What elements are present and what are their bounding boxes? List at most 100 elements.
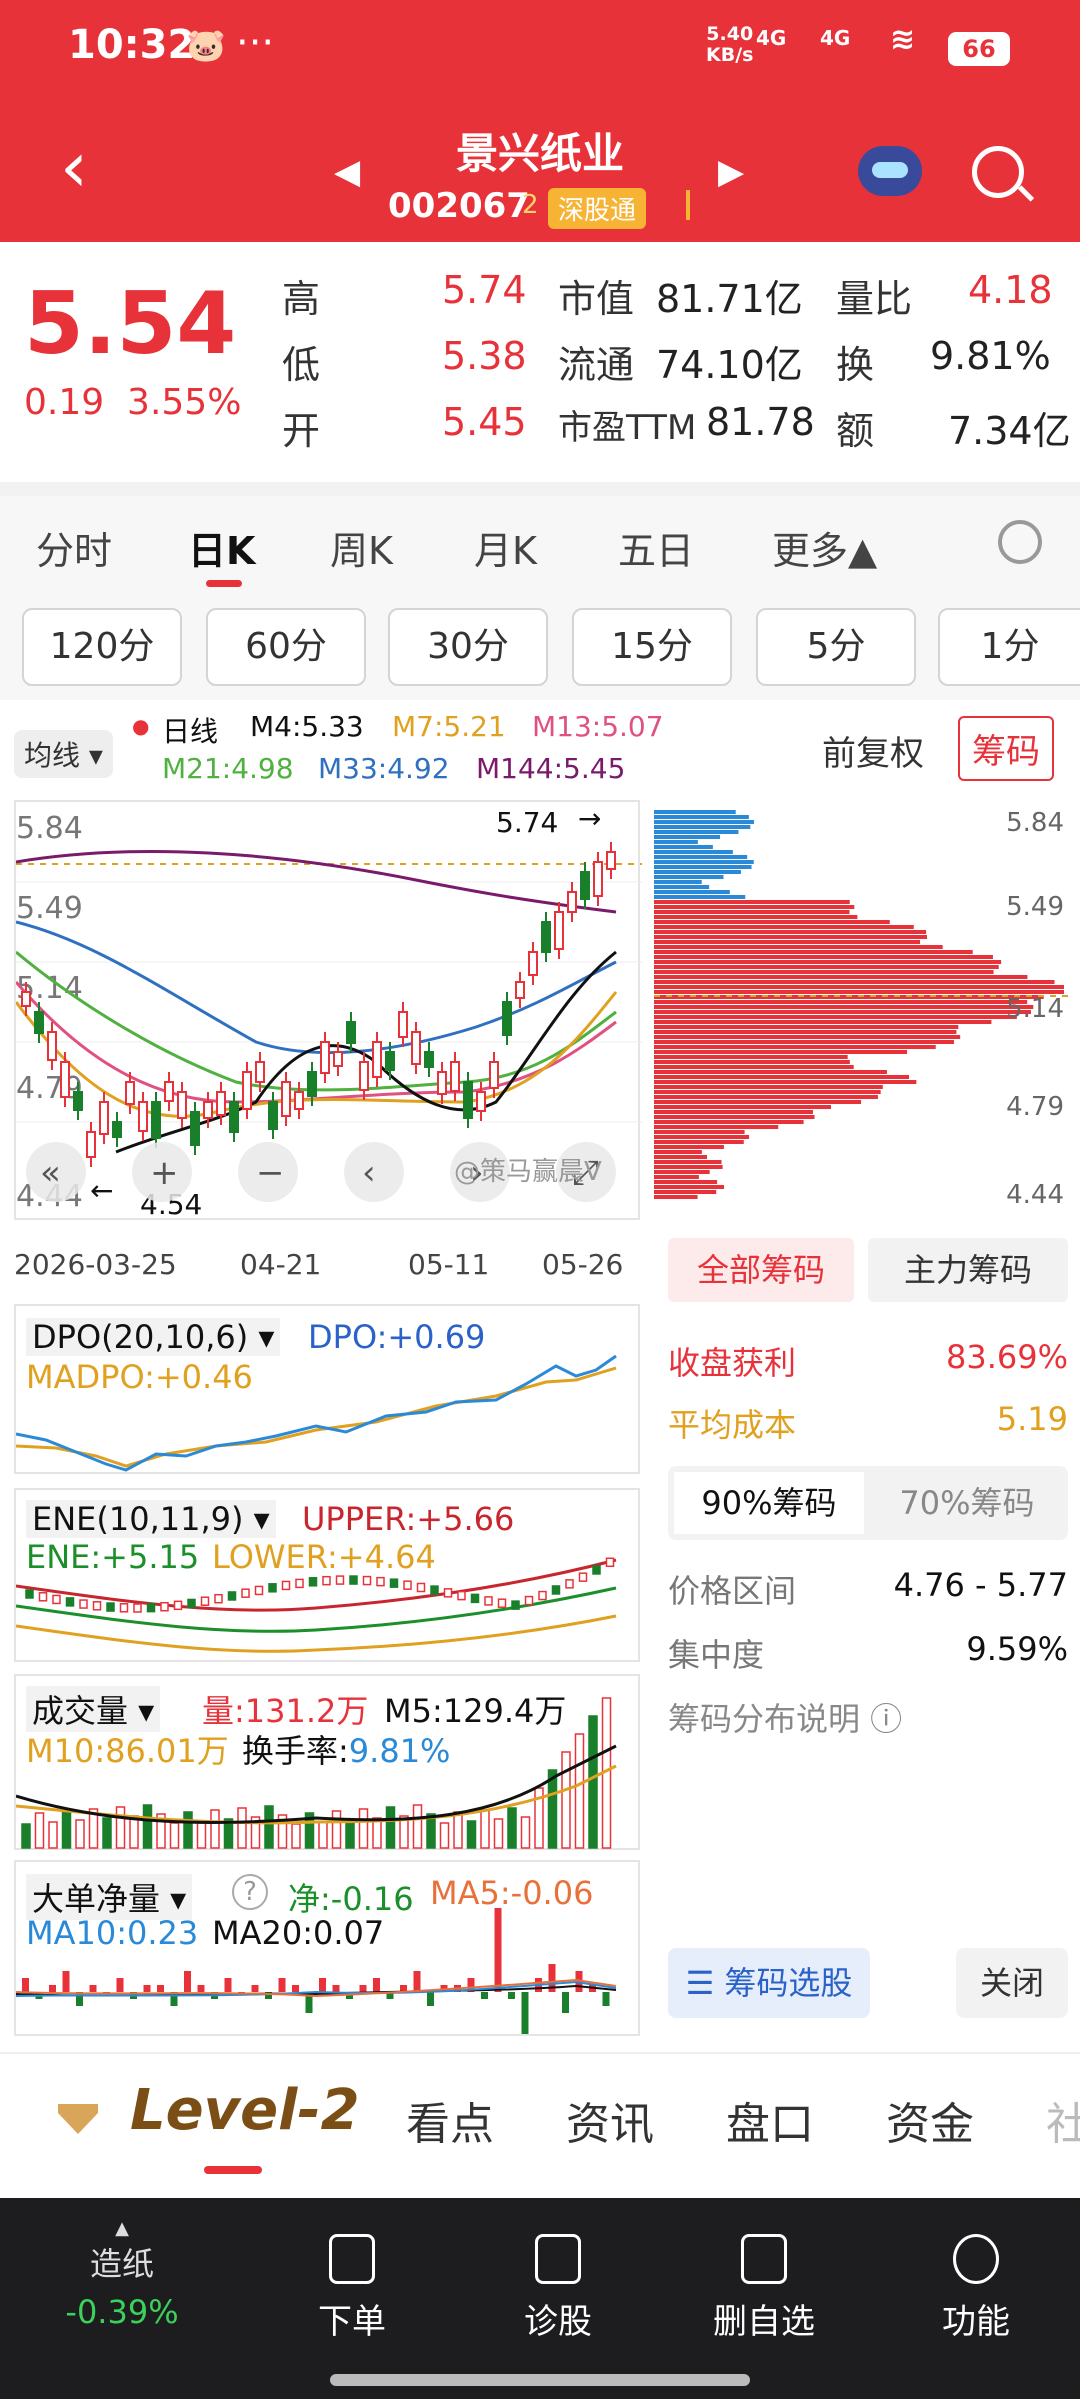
period-30min[interactable]: 30分 xyxy=(388,608,548,686)
period-15min[interactable]: 15分 xyxy=(572,608,732,686)
chip-explain-link[interactable]: 筹码分布说明 ⓘ xyxy=(668,1694,1068,1740)
tab-community[interactable]: 社 xyxy=(1046,2088,1080,2152)
chip-bar xyxy=(654,1135,750,1139)
level2-tag: 2 xyxy=(522,190,539,220)
volume-panel[interactable]: 成交量 ▾ 量:131.2万 M5:129.4万 M10:86.01万 换手率:… xyxy=(14,1674,640,1850)
menu-circle-icon xyxy=(953,2234,999,2284)
volume-bar xyxy=(331,1810,342,1849)
net-bar xyxy=(521,1992,529,2034)
tab-more[interactable]: 更多▲ xyxy=(772,520,877,575)
ene-panel[interactable]: ENE(10,11,9) ▾ UPPER:+5.66 ENE:+5.15 LOW… xyxy=(14,1488,640,1662)
volume-bar xyxy=(345,1819,355,1849)
zoom-in-icon[interactable]: + xyxy=(150,1153,179,1193)
close-button[interactable]: 关闭 xyxy=(956,1948,1068,2018)
kline-chart[interactable]: 5.84 5.49 5.14 4.79 4.44 5.74 → 4.54 ← «… xyxy=(14,800,642,1221)
function-menu-button[interactable]: 功能 xyxy=(906,2234,1046,2343)
volume-bar xyxy=(520,1816,531,1849)
big-order-panel[interactable]: 大单净量 ▾ ? 净:-0.16 MA5:-0.06 MA10:0.23 MA2… xyxy=(14,1860,640,2036)
chip-bar xyxy=(654,940,921,944)
period-5min[interactable]: 5分 xyxy=(756,608,916,686)
ene-candle xyxy=(52,1594,61,1605)
amount-label: 额 xyxy=(836,409,875,453)
tab-70-percent[interactable]: 70%筹码 xyxy=(872,1472,1062,1534)
chip-bar xyxy=(654,1195,698,1199)
chip-bar xyxy=(654,860,754,864)
chip-bar xyxy=(654,915,858,919)
period-1min[interactable]: 1分 xyxy=(938,608,1080,686)
ene-candle xyxy=(470,1593,480,1604)
next-stock-icon[interactable]: ▶ xyxy=(718,152,744,192)
chip-bar xyxy=(654,1040,954,1044)
ene-candle xyxy=(308,1577,318,1587)
chip-bar xyxy=(654,810,736,814)
tab-all-chips[interactable]: 全部筹码 xyxy=(668,1238,854,1302)
dpo-panel[interactable]: DPO(20,10,6) ▾ DPO:+0.69 MADPO:+0.46 xyxy=(14,1304,640,1474)
tab-monthly-k[interactable]: 月K xyxy=(474,520,537,575)
bottom-toolbar: ▲ 造纸 -0.39% 下单 诊股 删自选 功能 xyxy=(0,2198,1080,2399)
period-60min[interactable]: 60分 xyxy=(206,608,366,686)
tab-weekly-k[interactable]: 周K xyxy=(330,520,393,575)
candle xyxy=(177,1082,187,1128)
tab-five-day[interactable]: 五日 xyxy=(618,520,694,575)
volume-ratio-label: 量比 xyxy=(836,277,913,321)
ene-candle xyxy=(38,1592,48,1602)
volume-bar xyxy=(237,1807,247,1849)
price-range-label: 价格区间 xyxy=(668,1572,797,1610)
net-bar xyxy=(278,1978,286,1992)
minus-box-icon xyxy=(741,2234,787,2284)
tab-funds[interactable]: 资金 xyxy=(886,2088,974,2152)
volume-ratio-value: 4.18 xyxy=(968,268,1053,312)
diagnose-stock-button[interactable]: 诊股 xyxy=(488,2234,628,2343)
chip-bar xyxy=(654,870,741,874)
date-label: 2026-03-25 xyxy=(14,1248,177,1281)
turnover-label: 换 xyxy=(836,343,875,387)
assistant-robot-icon[interactable] xyxy=(858,146,922,196)
ene-candle xyxy=(362,1575,372,1586)
ma21-line xyxy=(15,950,617,1092)
tab-daily-k[interactable]: 日K xyxy=(188,520,255,575)
net-bar xyxy=(319,1978,326,1992)
concentration-row: 集中度 9.59% xyxy=(668,1630,1068,1676)
ene-candle xyxy=(227,1591,237,1601)
ene-candle xyxy=(605,1557,615,1568)
chip-stock-select-button[interactable]: ☰ 筹码选股 xyxy=(668,1948,870,2018)
period-120min[interactable]: 120分 xyxy=(22,608,182,686)
candle xyxy=(398,1002,408,1047)
tab-level2[interactable]: Level-2 xyxy=(130,2078,360,2143)
tab-order-book[interactable]: 盘口 xyxy=(726,2088,814,2152)
sector-button[interactable]: ▲ 造纸 -0.39% xyxy=(52,2218,192,2331)
adjust-mode[interactable]: 前复权 xyxy=(822,726,924,775)
settings-icon[interactable] xyxy=(998,520,1042,564)
chip-distribution-chart: 5.84 5.49 5.14 4.79 4.44 xyxy=(654,800,1072,1220)
scroll-left-icon[interactable]: ‹ xyxy=(362,1153,376,1193)
ene-candle xyxy=(335,1575,345,1585)
candle xyxy=(99,1092,109,1144)
diamond-icon xyxy=(58,2104,98,2134)
tab-main-chips[interactable]: 主力筹码 xyxy=(868,1238,1068,1302)
remove-watchlist-button[interactable]: 删自选 xyxy=(694,2234,834,2343)
net-bar xyxy=(481,1992,488,1999)
search-icon[interactable] xyxy=(972,146,1024,198)
ene-candle xyxy=(295,1578,304,1589)
avg-cost-row: 平均成本 5.19 xyxy=(668,1400,1068,1446)
tab-intraday[interactable]: 分时 xyxy=(36,520,112,575)
chip-bar xyxy=(654,895,746,899)
ene-candle xyxy=(106,1602,115,1612)
scroll-left-fast-icon[interactable]: « xyxy=(40,1153,61,1193)
candle xyxy=(424,1042,434,1077)
chip-distribution-button[interactable]: 筹码 xyxy=(958,716,1054,781)
place-order-button[interactable]: 下单 xyxy=(282,2234,422,2343)
tab-news[interactable]: 资讯 xyxy=(566,2088,654,2152)
ene-candle xyxy=(524,1595,534,1606)
chip-bar xyxy=(654,1060,850,1064)
ma-selector[interactable]: 均线 ▾ xyxy=(14,730,113,778)
tab-90-percent[interactable]: 90%筹码 xyxy=(674,1472,864,1534)
ene-candle xyxy=(511,1600,520,1610)
tab-highlights[interactable]: 看点 xyxy=(406,2088,494,2152)
chip-bar xyxy=(654,1140,744,1144)
zoom-out-icon[interactable]: − xyxy=(256,1153,285,1193)
candle xyxy=(320,1032,330,1083)
y-tick-label: 4.79 xyxy=(16,1071,83,1106)
net-bar xyxy=(157,1985,164,1992)
net-bar xyxy=(413,1971,421,1992)
